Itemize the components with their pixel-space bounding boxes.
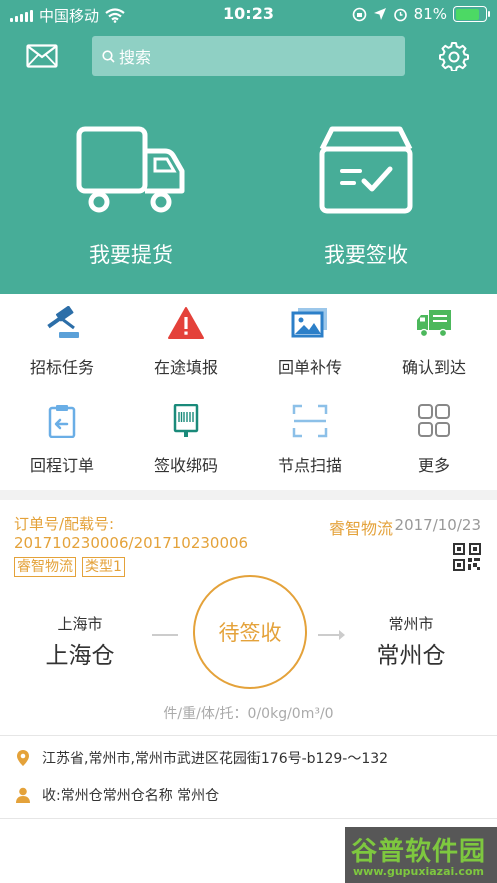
tag-list: 睿智物流 类型1 <box>14 557 125 577</box>
header-panel: 中国移动 10:23 81% 搜索 我要提货 我要签收 <box>0 0 497 294</box>
grid-label: 回单补传 <box>277 358 342 377</box>
battery-icon <box>453 6 490 22</box>
grid-item-more[interactable]: 更多 <box>372 392 496 490</box>
order-number-block: 订单号/配载号: 201710230006/201710230006 <box>14 515 248 553</box>
watermark-title: 谷普软件园 <box>351 837 487 867</box>
divider <box>0 735 497 736</box>
box-check-icon <box>319 126 413 214</box>
arrow-right-icon <box>339 630 345 640</box>
status-bar: 中国移动 10:23 81% <box>0 0 497 28</box>
company-name: 睿智物流 <box>328 519 393 538</box>
search-icon <box>102 49 115 63</box>
divider <box>0 818 497 819</box>
destination: 常州市 常州仓 <box>351 613 471 670</box>
rotation-lock-icon <box>352 7 366 21</box>
grid-label: 回程订单 <box>29 456 94 475</box>
origin: 上海市 上海仓 <box>20 613 140 670</box>
company-tag: 睿智物流 <box>14 557 76 577</box>
battery-fill <box>455 8 479 20</box>
gavel-icon <box>47 306 79 338</box>
receiver-row: 收:常州仓常州仓名称 常州仓 <box>16 785 219 805</box>
destination-warehouse: 常州仓 <box>376 643 446 669</box>
app-screen: 中国移动 10:23 81% 搜索 我要提货 我要签收 招标任务 在途填报 回单… <box>0 0 497 883</box>
person-icon <box>16 787 30 803</box>
grid-label: 在途填报 <box>153 358 218 377</box>
grid-item-receipt-upload[interactable]: 回单补传 <box>248 294 372 392</box>
order-number-label: 订单号/配载号: <box>14 515 115 533</box>
order-number: 201710230006/201710230006 <box>14 534 249 552</box>
location-pin-icon <box>17 750 29 766</box>
grid-item-transit-report[interactable]: 在途填报 <box>124 294 248 392</box>
grid-label: 招标任务 <box>29 358 94 377</box>
origin-warehouse: 上海仓 <box>45 643 115 669</box>
pickup-action[interactable]: 我要提货 <box>46 125 216 269</box>
type-tag: 类型1 <box>82 557 125 577</box>
grid-item-node-scan[interactable]: 节点扫描 <box>248 392 372 490</box>
gear-icon[interactable] <box>439 41 469 71</box>
location-arrow-icon <box>373 8 386 20</box>
sign-label: 我要签收 <box>324 243 408 267</box>
image-stack-icon <box>291 308 327 338</box>
grid-label: 更多 <box>417 456 450 475</box>
scan-frame-icon <box>292 404 328 438</box>
barcode-icon <box>173 404 199 437</box>
mail-icon[interactable] <box>26 44 58 68</box>
alarm-icon <box>393 8 407 21</box>
more-grid-icon <box>418 404 450 437</box>
order-date: 2017/10/23 <box>394 516 481 534</box>
qr-code-icon[interactable] <box>453 543 481 571</box>
search-placeholder: 搜索 <box>119 48 152 67</box>
cargo-summary: 件/重/体/托：0/0kg/0m³/0 <box>163 706 334 722</box>
grid-item-sign-bind[interactable]: 签收绑码 <box>124 392 248 490</box>
truck-icon <box>76 126 185 213</box>
origin-city: 上海市 <box>57 615 103 633</box>
pickup-label: 我要提货 <box>89 243 173 267</box>
order-card[interactable]: 订单号/配载号: 201710230006/201710230006 睿智物流 … <box>0 500 497 820</box>
function-grid: 招标任务 在途填报 回单补传 确认到达 回程订单 签收绑码 节点扫描 更多 <box>0 294 497 490</box>
warning-icon <box>168 307 204 339</box>
watermark-logo: 谷普软件园 www.gupuxiazai.com <box>345 827 497 883</box>
address-row: 江苏省,常州市,常州市武进区花园街176号-b129-～132 <box>16 748 388 768</box>
grid-item-return-order[interactable]: 回程订单 <box>0 392 124 490</box>
battery-percent: 81% <box>413 5 447 23</box>
status-badge: 待签收 <box>193 575 307 689</box>
grid-label: 签收绑码 <box>153 456 218 475</box>
grid-label: 节点扫描 <box>277 456 342 475</box>
delivery-truck-icon <box>417 310 451 338</box>
status-right: 81% <box>352 5 490 23</box>
watermark-url: www.gupuxiazai.com <box>353 865 484 878</box>
destination-city: 常州市 <box>388 615 434 633</box>
clipboard-return-icon <box>48 405 76 438</box>
grid-item-confirm-arrival[interactable]: 确认到达 <box>372 294 496 392</box>
route-line-left <box>152 634 178 636</box>
grid-item-bidding[interactable]: 招标任务 <box>0 294 124 392</box>
grid-label: 确认到达 <box>401 358 466 377</box>
sign-action[interactable]: 我要签收 <box>281 125 451 269</box>
receiver-text: 收:常州仓常州仓名称 常州仓 <box>42 788 220 804</box>
search-bar[interactable]: 搜索 <box>92 36 405 76</box>
address-text: 江苏省,常州市,常州市武进区花园街176号-b129-～132 <box>42 751 389 767</box>
